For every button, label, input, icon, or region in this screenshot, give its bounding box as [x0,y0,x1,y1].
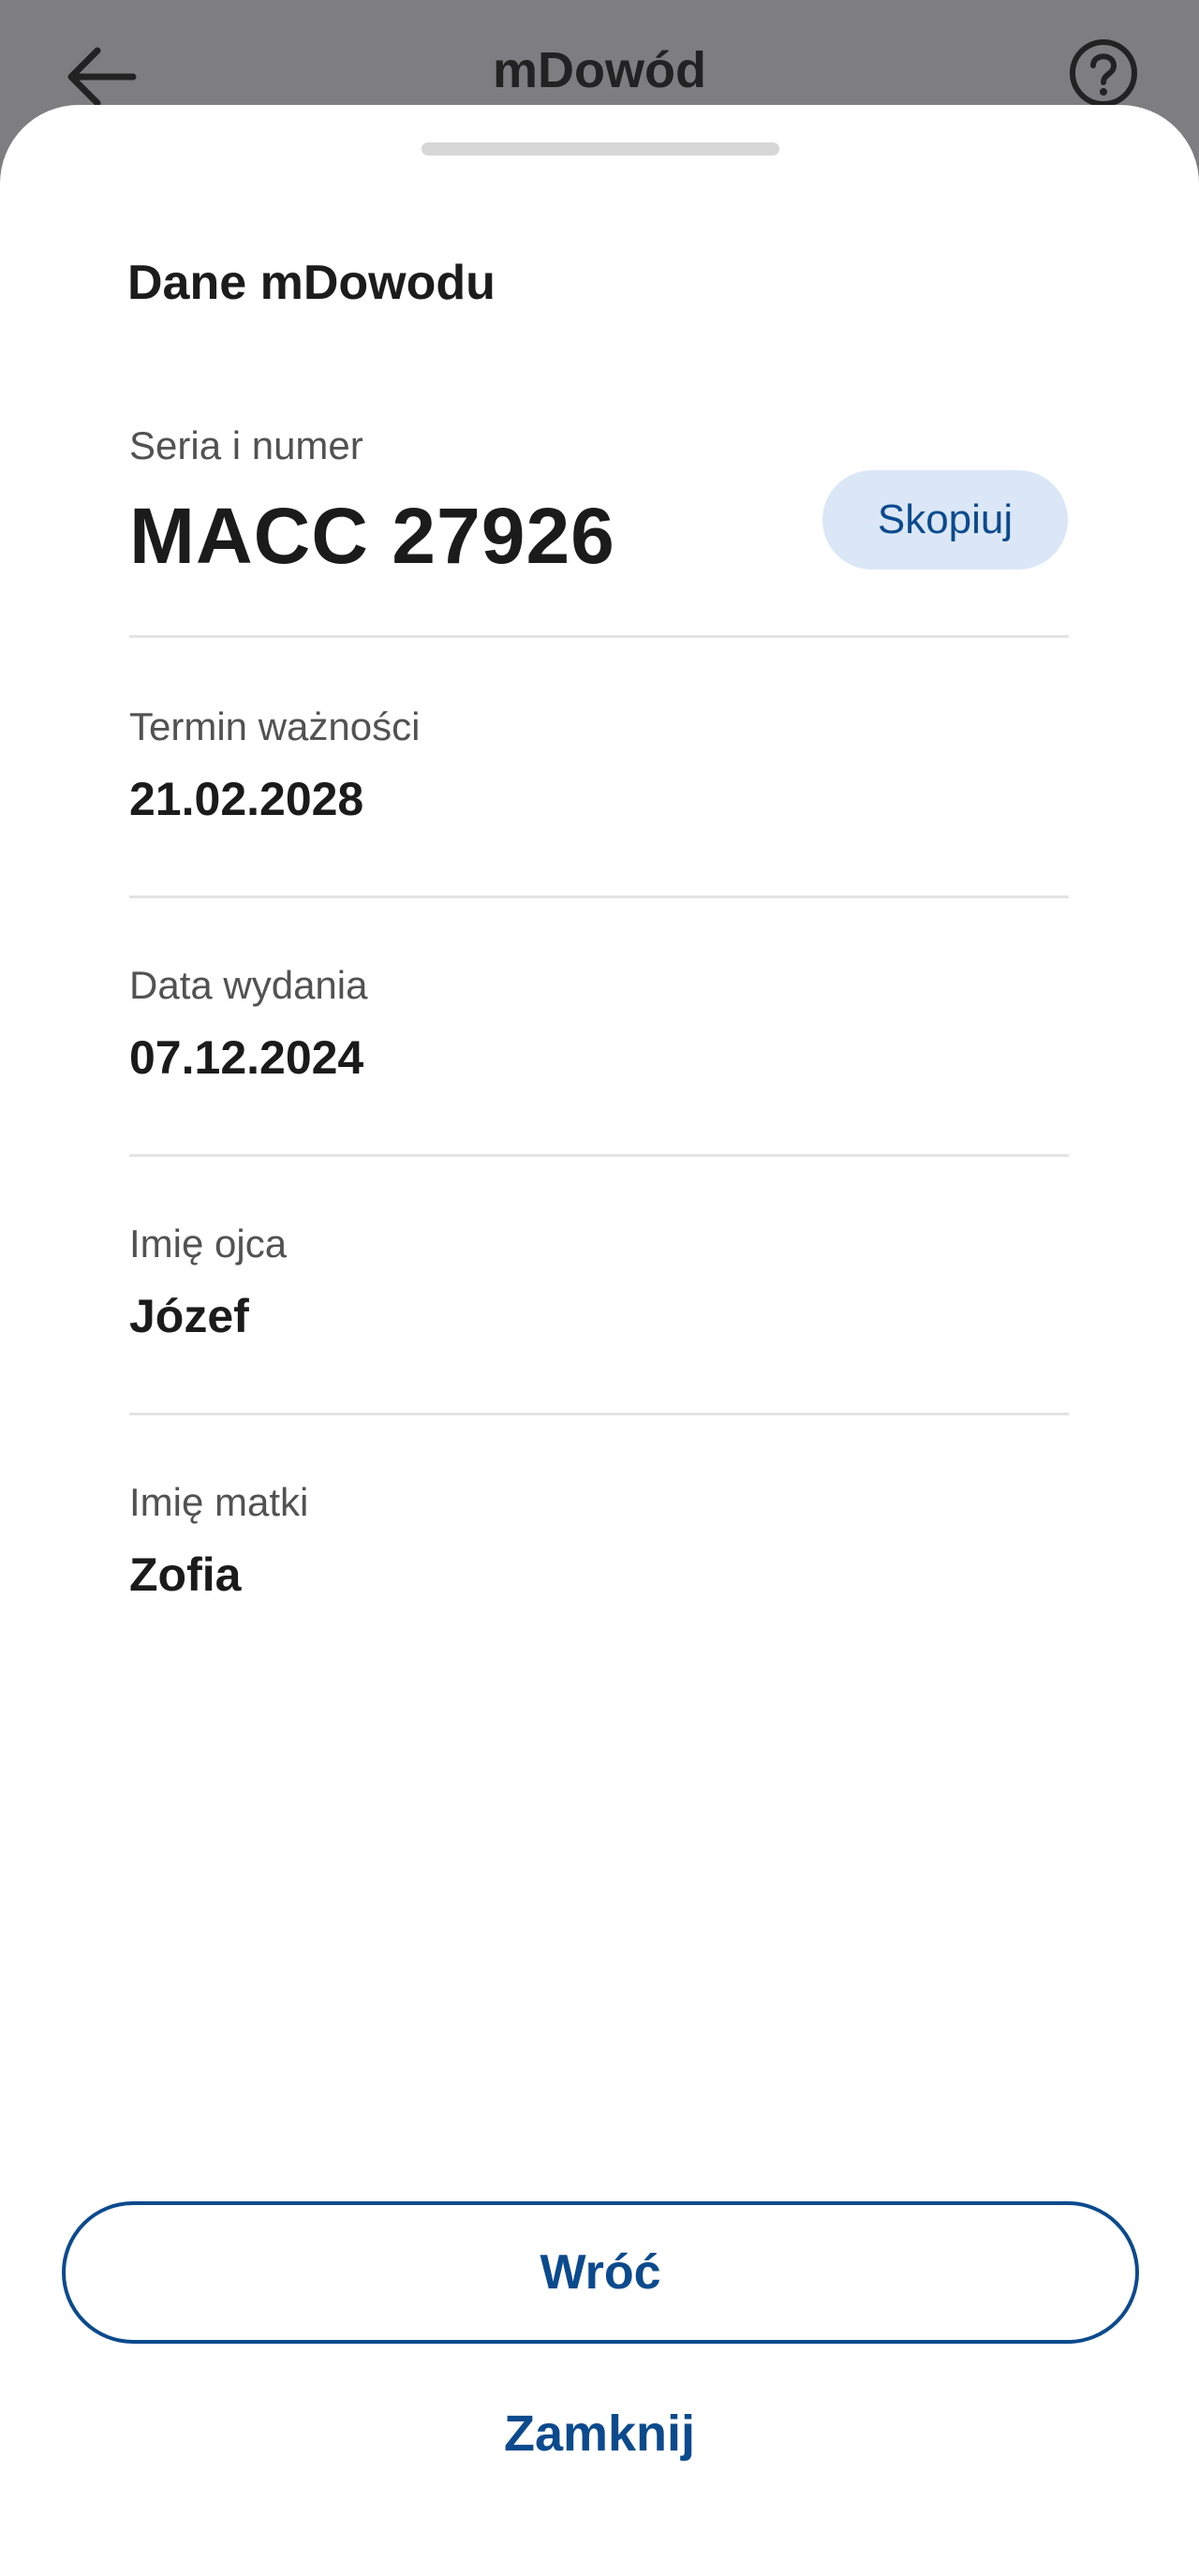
issue-date-value: 07.12.2024 [129,1031,364,1084]
mother-name-value: Zofia [129,1548,242,1601]
father-name-label: Imię ojca [129,1221,288,1266]
close-button[interactable]: Zamknij [412,2387,787,2480]
divider [129,635,1069,638]
sheet-title: Dane mDowodu [127,256,496,310]
divider [129,1413,1069,1415]
issue-date-label: Data wydania [129,963,368,1007]
divider [129,896,1069,898]
divider [129,1154,1069,1157]
series-number-label: Seria i numer [129,423,363,467]
father-name-value: Józef [129,1290,249,1342]
app-title: mDowód [493,42,706,98]
copy-button[interactable]: Skopiuj [822,470,1068,570]
expiry-date-label: Termin ważności [129,704,421,748]
sheet-drag-handle[interactable] [422,142,779,155]
series-number-value: MACC 27926 [129,492,615,580]
question-circle-icon[interactable] [1068,37,1139,109]
back-button[interactable]: Wróć [62,2201,1139,2344]
mother-name-label: Imię matki [129,1480,309,1524]
bottom-sheet: Dane mDowodu Seria i numer MACC 27926 Sk… [0,105,1199,2576]
expiry-date-value: 21.02.2028 [129,773,364,825]
